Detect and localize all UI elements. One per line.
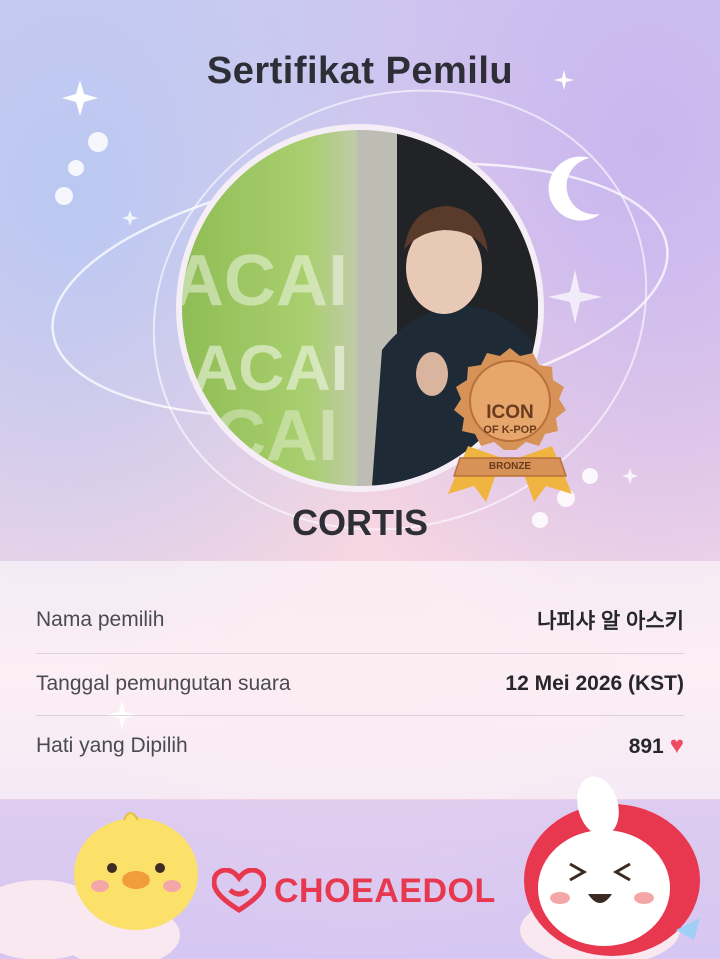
bronze-badge: ICON OF K-POP BRONZE	[438, 346, 582, 506]
badge-tier: BRONZE	[488, 461, 532, 472]
badge-title: ICON	[486, 402, 534, 423]
brand-name: CHOEAEDOL	[274, 871, 496, 910]
watermark-text: ACAI	[182, 396, 338, 476]
voter-value: 나피샤 알 아스키	[537, 610, 684, 633]
moon-icon	[548, 156, 600, 221]
hearts-label: Hati yang Dipilih	[36, 734, 188, 757]
watermark-text: ACAI	[182, 241, 348, 321]
certificate-info-panel: Nama pemilih 나피샤 알 아스키 Tanggal pemunguta…	[0, 561, 720, 799]
brand-logo: CHOEAEDOL	[212, 866, 496, 916]
choeaedol-logo-icon	[212, 868, 266, 913]
hearts-row: Hati yang Dipilih 891 ♥	[36, 715, 684, 777]
date-row: Tanggal pemungutan suara 12 Mei 2026 (KS…	[36, 653, 684, 715]
hearts-value: 891	[628, 735, 664, 758]
hearts-value-wrap: 891 ♥	[629, 732, 684, 760]
badge-subtitle: OF K-POP	[483, 424, 537, 436]
voter-label: Nama pemilih	[36, 608, 165, 631]
page-title: Sertifikat Pemilu	[206, 50, 514, 92]
date-value: 12 Mei 2026 (KST)	[505, 672, 684, 695]
date-label: Tanggal pemungutan suara	[36, 672, 291, 695]
artist-name: CORTIS	[291, 502, 428, 543]
heart-icon: ♥	[669, 732, 684, 759]
voter-row: Nama pemilih 나피샤 알 아스키	[36, 589, 684, 651]
watermark-text: ACAI	[192, 332, 348, 404]
